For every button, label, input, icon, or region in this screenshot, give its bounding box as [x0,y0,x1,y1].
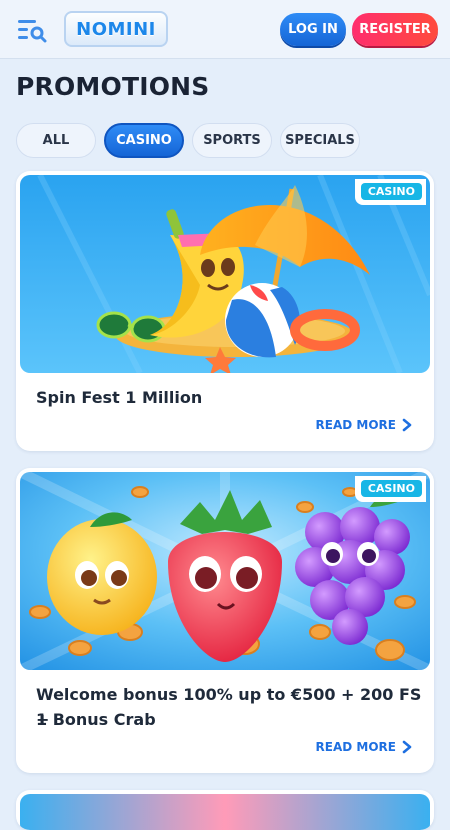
login-button[interactable]: LOG IN [280,13,346,46]
tab-casino[interactable]: CASINO [104,123,184,158]
tab-sports[interactable]: SPORTS [192,123,272,158]
read-more-label: READ MORE [315,418,396,432]
category-badge: CASINO [354,476,426,502]
promo-card-spin-fest[interactable]: CASINO Spin Fest 1 Million READ MORE [16,171,434,451]
logo[interactable]: NOMINI [64,11,168,47]
read-more-link[interactable]: READ MORE [316,740,412,754]
promo-image-beach-banana: CASINO [20,175,430,373]
register-button[interactable]: REGISTER [352,13,438,46]
menu-search-icon[interactable] [16,17,48,43]
chevron-right-icon [402,740,412,754]
promo-image-fruits: CASINO [20,472,430,670]
promo-title-line2: 1 Bonus Crab [36,710,156,729]
promo-image-partial [20,794,430,830]
read-more-label: READ MORE [315,740,396,754]
category-badge: CASINO [354,179,426,205]
logo-text: NOMINI [76,18,156,40]
read-more-link[interactable]: READ MORE [316,418,412,432]
promo-card-welcome-bonus[interactable]: CASINO Welcome bonus 100% up to €500 + 2… [16,468,434,773]
promo-title: Spin Fest 1 Million [36,388,203,407]
page-title: PROMOTIONS [16,72,210,101]
top-bar: NOMINI LOG IN REGISTER [0,0,450,59]
tab-specials[interactable]: SPECIALS [280,123,360,158]
promo-card-partial[interactable] [16,790,434,830]
tab-all[interactable]: ALL [16,123,96,158]
chevron-right-icon [402,418,412,432]
